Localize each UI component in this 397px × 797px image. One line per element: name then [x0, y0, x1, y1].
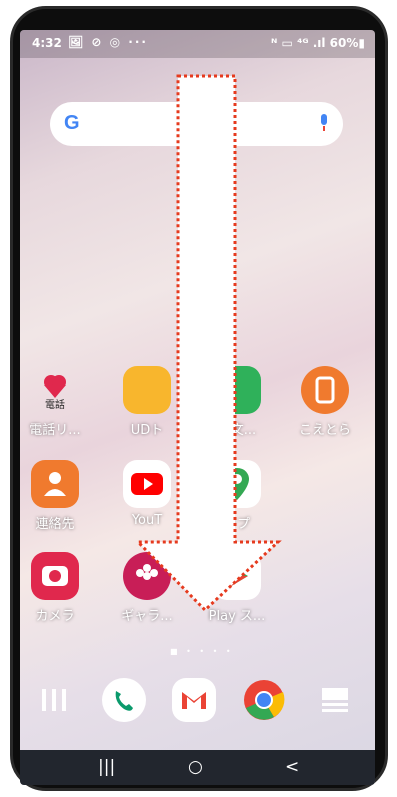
swipe-down-arrow-icon	[134, 74, 282, 613]
